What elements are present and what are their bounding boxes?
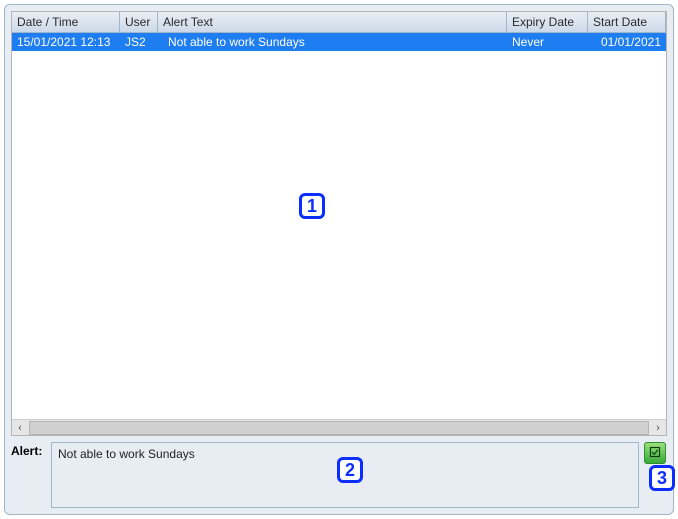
horizontal-scrollbar[interactable]: ‹ › (12, 419, 666, 435)
alert-label: Alert: (11, 442, 51, 458)
table-header-row: Date / Time User Alert Text Expiry Date … (12, 12, 666, 33)
scroll-right-icon[interactable]: › (650, 421, 666, 435)
table-row[interactable]: 15/01/2021 12:13 JS2 Not able to work Su… (12, 33, 666, 51)
col-header-expiry[interactable]: Expiry Date (507, 12, 588, 33)
alert-button-column (639, 442, 667, 464)
table-body: 15/01/2021 12:13 JS2 Not able to work Su… (12, 33, 666, 419)
alerts-panel: Date / Time User Alert Text Expiry Date … (4, 4, 674, 515)
cell-alerttext: Not able to work Sundays (158, 33, 507, 51)
col-header-startdate[interactable]: Start Date (588, 12, 666, 33)
col-header-datetime[interactable]: Date / Time (12, 12, 120, 33)
scroll-left-icon[interactable]: ‹ (12, 421, 28, 435)
cell-user: JS2 (120, 33, 158, 51)
col-header-alerttext[interactable]: Alert Text (158, 12, 507, 33)
col-header-user[interactable]: User (120, 12, 158, 33)
edit-icon (649, 446, 661, 461)
cell-startdate: 01/01/2021 (588, 33, 666, 51)
alert-text-input[interactable]: Not able to work Sundays (51, 442, 639, 508)
cell-expiry: Never (507, 33, 588, 51)
alert-detail-row: Alert: Not able to work Sundays (11, 442, 667, 508)
edit-alert-button[interactable] (644, 442, 666, 464)
scroll-thumb[interactable] (29, 421, 649, 435)
cell-datetime: 15/01/2021 12:13 (12, 33, 120, 51)
alerts-table: Date / Time User Alert Text Expiry Date … (11, 11, 667, 436)
